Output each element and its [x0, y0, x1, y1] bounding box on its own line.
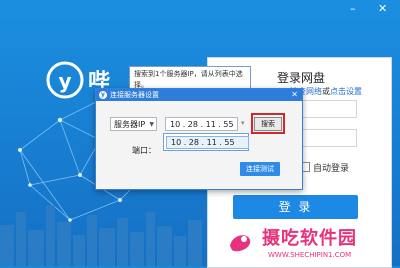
server-settings-dialog: y 连接服务器设置 ✕ 服务器IP ▼ 10 . 28 . 11 . 55 ▾ 搜… — [95, 88, 303, 190]
dropdown-arrow-icon[interactable]: ▾ — [241, 119, 245, 127]
port-label: 端口： — [132, 146, 156, 155]
dialog-title: 连接服务器设置 — [110, 91, 159, 99]
server-ip-input[interactable]: 10 . 28 . 11 . 55 — [165, 117, 238, 131]
dialog-close-button[interactable]: ✕ — [291, 89, 298, 101]
close-window-button[interactable]: ✕ — [378, 2, 387, 15]
settings-link[interactable]: 点击设置 — [330, 87, 362, 96]
minimize-button[interactable]: – — [350, 2, 356, 15]
server-type-select[interactable]: 服务器IP ▼ — [110, 117, 157, 131]
watermark-text: 摄吃软件园 — [262, 228, 357, 249]
login-button[interactable]: 登 录 — [233, 195, 358, 219]
search-result-tooltip: 搜索到1个服务器IP，请从列表中选择。 — [129, 66, 251, 90]
ip-dropdown-option[interactable]: 10 . 28 . 11 . 55 — [166, 136, 249, 149]
password-field[interactable] — [300, 129, 357, 147]
app-logo-icon: y — [99, 91, 107, 99]
svg-text:y: y — [58, 69, 71, 93]
username-field[interactable] — [300, 100, 357, 118]
auto-login-checkbox[interactable]: 自动登录 — [300, 161, 349, 174]
connection-test-button[interactable]: 连接测试 — [240, 162, 280, 176]
watermark-logo-icon — [224, 226, 256, 258]
login-title: 登录网盘 — [277, 71, 326, 85]
or-text: 或 — [322, 87, 330, 96]
server-type-value: 服务器IP — [114, 120, 146, 129]
search-button[interactable]: 搜索 — [254, 117, 282, 131]
chevron-down-icon: ▼ — [149, 121, 154, 128]
ip-dropdown-list: 10 . 28 . 11 . 55 — [163, 133, 249, 151]
watermark-url: WWW.SHECHIPIN1.COM — [268, 251, 352, 259]
auto-login-label: 自动登录 — [313, 164, 350, 174]
